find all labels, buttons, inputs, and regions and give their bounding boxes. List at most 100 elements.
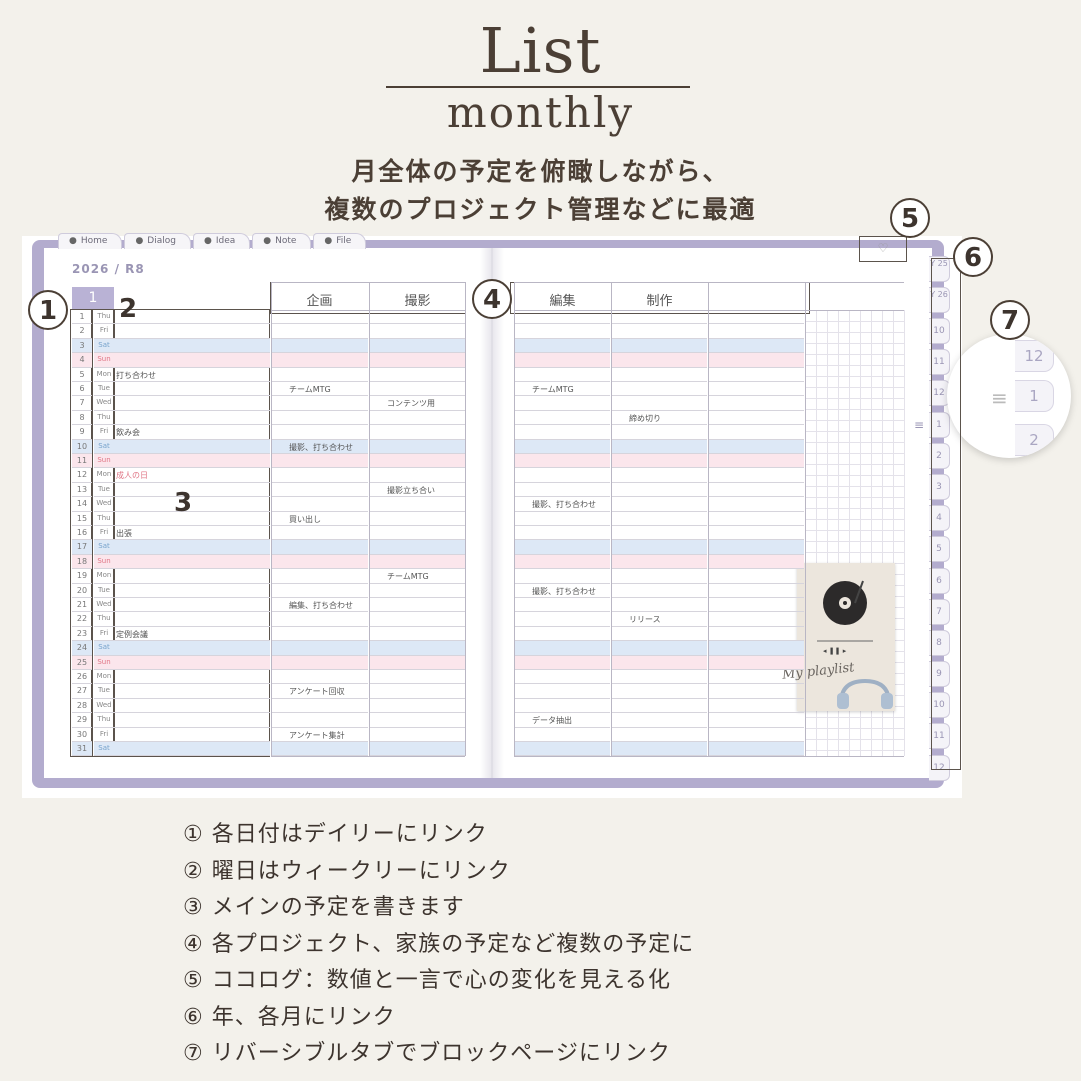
day-number-cell[interactable]: 5	[72, 368, 92, 382]
main-schedule-cell[interactable]	[114, 526, 270, 541]
project-cell[interactable]	[271, 554, 368, 570]
weekday-cell[interactable]: Mon	[94, 670, 114, 685]
weekday-cell[interactable]: Thu	[94, 512, 114, 526]
project-cell[interactable]	[369, 584, 465, 598]
project-cell[interactable]	[514, 526, 610, 541]
main-schedule-cell[interactable]	[114, 584, 270, 598]
day-number-cell[interactable]: 20	[72, 584, 92, 598]
project-cell[interactable]	[708, 338, 804, 354]
project-cell[interactable]	[611, 353, 707, 368]
project-cell[interactable]	[708, 742, 804, 757]
project-cell[interactable]	[369, 641, 465, 656]
weekday-cell[interactable]: Tue	[94, 483, 114, 498]
project-cell[interactable]	[514, 396, 610, 411]
day-number-cell[interactable]: 21	[72, 598, 92, 613]
project-cell[interactable]	[611, 569, 707, 584]
project-cell[interactable]	[369, 655, 465, 670]
main-schedule-cell[interactable]	[114, 699, 270, 714]
project-cell[interactable]	[708, 699, 804, 714]
day-number-cell[interactable]: 31	[72, 742, 92, 757]
day-number-cell[interactable]: 15	[72, 512, 92, 526]
zoom-tab[interactable]: 1	[1015, 380, 1054, 412]
project-cell[interactable]	[611, 641, 707, 656]
project-cell[interactable]	[611, 382, 707, 397]
project-cell[interactable]	[514, 554, 610, 570]
project-cell[interactable]	[514, 454, 610, 469]
project-cell[interactable]	[708, 411, 804, 426]
day-number-cell[interactable]: 10	[72, 439, 92, 454]
project-cell[interactable]	[369, 353, 465, 368]
weekday-cell[interactable]: Sun	[94, 554, 114, 570]
nav-tab-note[interactable]: ● Note	[252, 233, 312, 249]
day-number-cell[interactable]: 23	[72, 627, 92, 642]
project-cell[interactable]	[708, 454, 804, 469]
weekday-cell[interactable]: Fri	[94, 425, 114, 440]
weekday-cell[interactable]: Sun	[94, 454, 114, 469]
project-cell[interactable]	[611, 454, 707, 469]
project-cell[interactable]	[514, 569, 610, 584]
project-cell[interactable]	[271, 713, 368, 728]
project-cell[interactable]	[369, 742, 465, 757]
project-cell[interactable]	[708, 554, 804, 570]
project-cell[interactable]	[514, 338, 610, 354]
project-cell[interactable]	[514, 310, 610, 325]
weekday-cell[interactable]: Wed	[94, 497, 114, 512]
day-number-cell[interactable]: 17	[72, 540, 92, 555]
project-cell[interactable]	[369, 439, 465, 454]
weekday-cell[interactable]: Wed	[94, 598, 114, 613]
project-cell[interactable]	[611, 598, 707, 613]
project-cell[interactable]	[611, 728, 707, 742]
weekday-cell[interactable]: Fri	[94, 627, 114, 642]
project-cell[interactable]	[271, 396, 368, 411]
main-schedule-cell[interactable]	[114, 396, 270, 411]
project-cell[interactable]	[514, 540, 610, 555]
project-cell[interactable]	[271, 338, 368, 354]
project-cell[interactable]	[708, 425, 804, 440]
project-cell[interactable]	[369, 728, 465, 742]
project-cell[interactable]	[271, 655, 368, 670]
project-cell[interactable]	[271, 368, 368, 382]
main-schedule-cell[interactable]	[114, 684, 270, 699]
project-cell[interactable]	[271, 526, 368, 541]
day-number-cell[interactable]: 22	[72, 612, 92, 627]
day-number-cell[interactable]: 7	[72, 396, 92, 411]
project-cell[interactable]	[611, 396, 707, 411]
nav-tab-home[interactable]: ● Home	[58, 233, 123, 249]
project-cell[interactable]	[708, 368, 804, 382]
project-cell[interactable]	[708, 684, 804, 699]
nav-tab-dialog[interactable]: ● Dialog	[124, 233, 191, 249]
project-cell[interactable]	[514, 627, 610, 642]
weekday-cell[interactable]: Tue	[94, 584, 114, 598]
project-cell[interactable]	[369, 526, 465, 541]
project-cell[interactable]	[271, 497, 368, 512]
project-cell[interactable]	[708, 655, 804, 670]
project-cell[interactable]	[611, 483, 707, 498]
project-cell[interactable]	[369, 684, 465, 699]
main-schedule-cell[interactable]	[114, 439, 270, 454]
main-schedule-cell[interactable]	[114, 411, 270, 426]
main-schedule-cell[interactable]	[114, 454, 270, 469]
main-schedule-cell[interactable]	[114, 353, 270, 368]
weekday-cell[interactable]: Fri	[94, 526, 114, 541]
weekday-cell[interactable]: Thu	[94, 411, 114, 426]
project-cell[interactable]	[369, 368, 465, 382]
weekday-cell[interactable]: Tue	[94, 382, 114, 397]
project-cell[interactable]	[369, 512, 465, 526]
cocolog-heart-icon[interactable]: ♡	[859, 236, 907, 262]
project-cell[interactable]	[611, 468, 707, 483]
day-number-cell[interactable]: 26	[72, 670, 92, 685]
nav-tab-file[interactable]: ● File	[313, 233, 367, 249]
project-cell[interactable]	[611, 310, 707, 325]
project-cell[interactable]	[271, 468, 368, 483]
project-cell[interactable]	[611, 584, 707, 598]
weekday-cell[interactable]: Tue	[94, 684, 114, 699]
project-cell[interactable]	[514, 641, 610, 656]
project-cell[interactable]	[611, 526, 707, 541]
project-cell[interactable]	[369, 382, 465, 397]
day-number-cell[interactable]: 30	[72, 728, 92, 742]
weekday-cell[interactable]: Fri	[94, 728, 114, 742]
weekday-cell[interactable]: Fri	[94, 324, 114, 339]
day-number-cell[interactable]: 8	[72, 411, 92, 426]
day-number-cell[interactable]: 4	[72, 353, 92, 368]
project-cell[interactable]	[611, 699, 707, 714]
